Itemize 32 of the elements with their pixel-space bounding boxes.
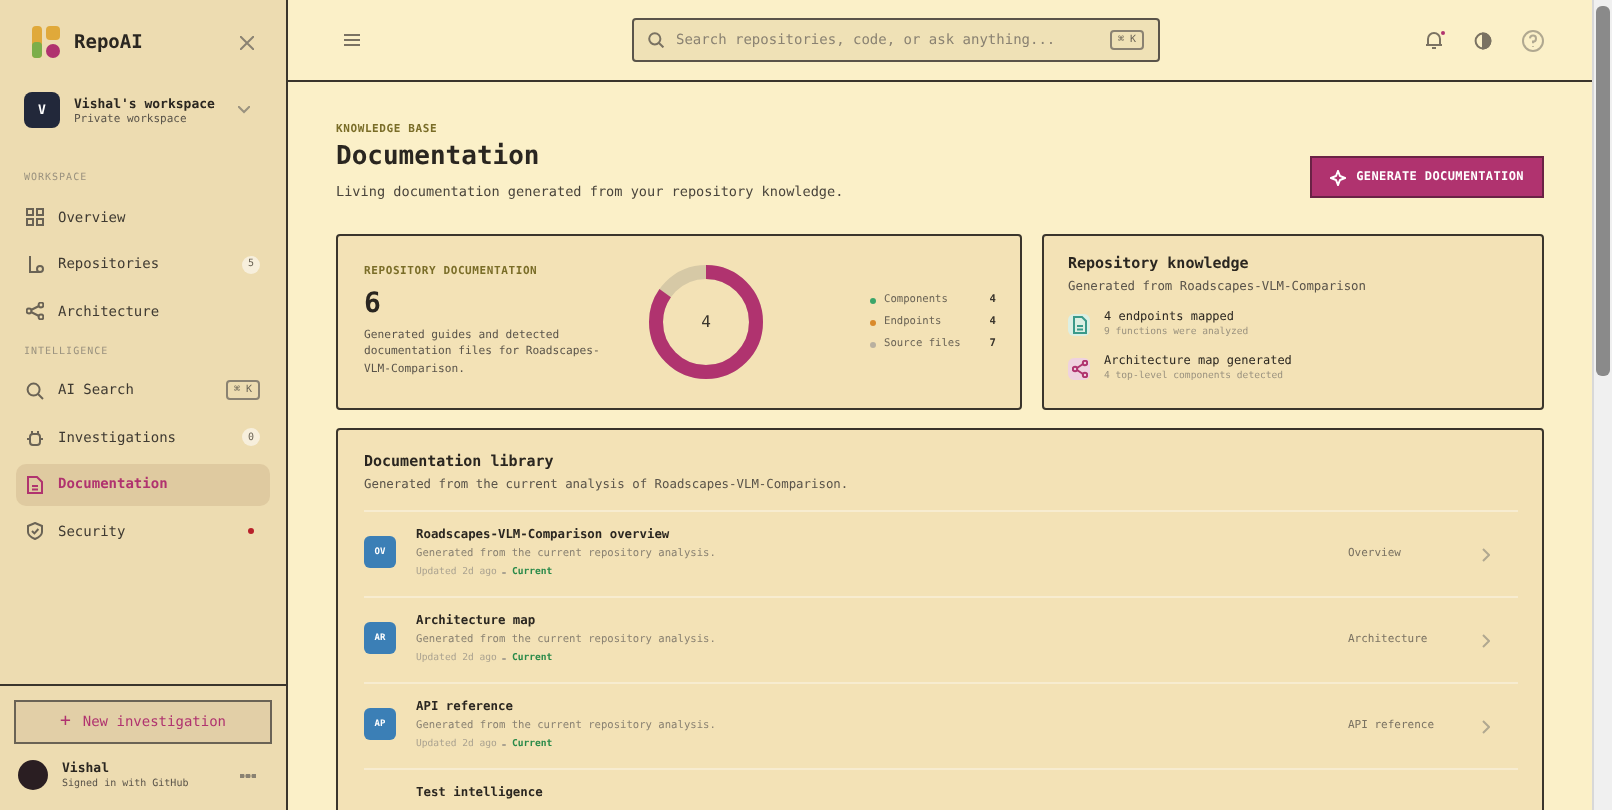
document-icon <box>26 475 44 493</box>
close-icon <box>240 35 254 49</box>
menu-icon <box>344 34 360 46</box>
sparkle-icon <box>1330 169 1347 185</box>
branch-icon <box>26 255 44 273</box>
share-icon <box>26 302 44 320</box>
close-button[interactable] <box>236 31 258 53</box>
chevron-right-icon <box>1482 547 1490 561</box>
scrollbar[interactable] <box>1592 0 1612 810</box>
chevron-down-icon <box>238 106 250 114</box>
scrollbar-thumb[interactable] <box>1596 6 1610 376</box>
contrast-icon <box>1474 31 1492 49</box>
donut-value: 4 <box>701 313 711 331</box>
bug-icon <box>26 428 44 446</box>
menu-button[interactable] <box>344 34 360 46</box>
grid-icon <box>26 208 44 226</box>
chevron-right-icon <box>1482 633 1490 647</box>
help-icon <box>1521 29 1543 51</box>
page-title: Documentation <box>336 142 542 172</box>
theme-button[interactable] <box>1474 31 1492 49</box>
brand-name: RepoAI <box>74 31 145 53</box>
avatar <box>18 760 48 790</box>
document-count: 6 <box>364 288 383 321</box>
bell-icon <box>1424 30 1446 50</box>
logo-icon <box>32 26 60 58</box>
help-button[interactable] <box>1520 28 1544 52</box>
search-icon <box>648 32 664 48</box>
chevron-right-icon <box>1482 719 1490 733</box>
search-icon <box>26 381 44 399</box>
donut-drawing <box>648 264 764 380</box>
notifications-button[interactable] <box>1424 30 1446 50</box>
shield-icon <box>26 522 44 540</box>
